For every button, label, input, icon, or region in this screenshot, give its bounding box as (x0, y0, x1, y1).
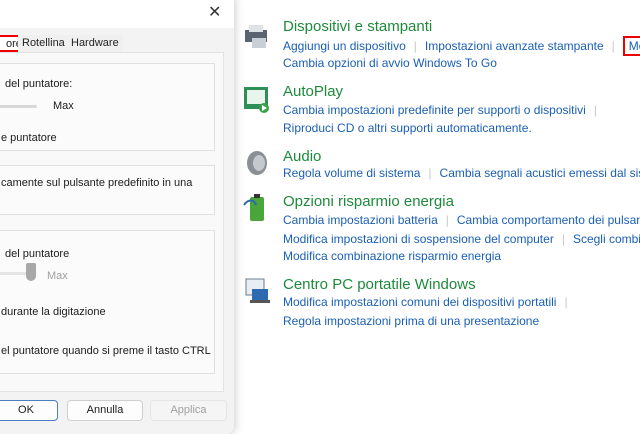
max-label-disabled: Max (47, 270, 68, 282)
battery-icon (243, 194, 264, 221)
close-icon[interactable]: ✕ (208, 2, 221, 22)
section-title[interactable]: Dispositivi e stampanti (283, 18, 432, 35)
cancel-button[interactable]: Annulla (67, 400, 143, 421)
link-row: Modifica combinazione risparmio energia (283, 249, 501, 263)
section-title[interactable]: Centro PC portatile Windows (283, 276, 476, 293)
max-label: Max (53, 100, 74, 112)
mobility-center-icon (245, 278, 270, 303)
advanced-printer-link[interactable]: Impostazioni avanzate stampante (425, 39, 604, 53)
section-title[interactable]: Opzioni risparmio energia (283, 193, 454, 210)
link-row: Modifica impostazioni comuni dei disposi… (283, 295, 568, 309)
sleep-settings-link[interactable]: Modifica impostazioni di sospensione del… (283, 232, 554, 246)
windows-to-go-link[interactable]: Cambia opzioni di avvio Windows To Go (283, 56, 497, 70)
autoplay-icon (244, 87, 269, 113)
snap-to-label[interactable]: camente sul pulsante predefinito in una (1, 177, 192, 189)
motion-group: del puntatore: Max e puntatore (0, 63, 215, 151)
speed-slider[interactable] (0, 105, 37, 108)
apply-button[interactable]: Applica (150, 400, 227, 421)
section-title[interactable]: Audio (283, 148, 321, 165)
link-row: Regola impostazioni prima di una present… (283, 314, 539, 328)
link-row: Cambia impostazioni batteria | Cambia comp… (283, 213, 640, 227)
system-sounds-link[interactable]: Cambia segnali acustici emessi dal siste… (440, 166, 640, 180)
visibility-group: del puntatore Max durante la digitazione… (0, 230, 215, 374)
ok-button[interactable]: OK (0, 400, 58, 421)
volume-link[interactable]: Regola volume di sistema (283, 166, 420, 180)
show-location-label[interactable]: el puntatore quando si preme il tasto CT… (1, 345, 211, 357)
autoplay-defaults-link[interactable]: Cambia impostazioni predefinite per supp… (283, 103, 586, 117)
mouse-link[interactable]: Mouse (622, 36, 640, 56)
section-title[interactable]: AutoPlay (283, 83, 343, 100)
control-panel-hardware: Dispositivi e stampanti Aggiungi un disp… (236, 0, 640, 426)
link-row: Regola volume di sistema | Cambia segnali … (283, 166, 640, 180)
speed-label: del puntatore: (5, 78, 73, 90)
mouse-properties-dialog: ✕ ore Rotellina Hardware del puntatore: … (0, 0, 234, 434)
trail-slider-thumb[interactable] (26, 263, 36, 281)
add-device-link[interactable]: Aggiungi un dispositivo (283, 39, 406, 53)
autoplay-cd-link[interactable]: Riproduci CD o altri supporti automatica… (283, 121, 532, 135)
trail-label: del puntatore (5, 248, 70, 260)
link-row: Modifica impostazioni di sospensione del… (283, 232, 640, 246)
link-row: Riproduci CD o altri supporti automatica… (283, 121, 532, 135)
title-bar (0, 0, 234, 28)
snap-group: camente sul pulsante predefinito in una (0, 165, 215, 215)
tab-rotellina[interactable]: Rotellina (18, 35, 69, 52)
precision-checkbox-label[interactable]: e puntatore (1, 132, 57, 144)
printer-icon (245, 25, 267, 48)
speaker-icon (247, 151, 267, 175)
hide-pointer-label[interactable]: durante la digitazione (1, 306, 106, 318)
link-row: Aggiungi un dispositivo | Impostazioni ava… (283, 36, 640, 56)
presentation-settings-link[interactable]: Regola impostazioni prima di una present… (283, 314, 539, 328)
edit-plan-link[interactable]: Modifica combinazione risparmio energia (283, 249, 501, 263)
power-buttons-link[interactable]: Cambia comportamento dei pulsanti (457, 213, 640, 227)
mobility-settings-link[interactable]: Modifica impostazioni comuni dei disposi… (283, 295, 556, 309)
link-row: Cambia opzioni di avvio Windows To Go (283, 56, 497, 70)
tab-panel: del puntatore: Max e puntatore camente s… (0, 52, 224, 392)
trail-slider[interactable] (0, 272, 28, 275)
battery-settings-link[interactable]: Cambia impostazioni batteria (283, 213, 438, 227)
choose-plan-link[interactable]: Scegli combinazione (573, 232, 640, 246)
link-row: Cambia impostazioni predefinite per supp… (283, 103, 597, 117)
tab-hardware[interactable]: Hardware (67, 35, 123, 52)
